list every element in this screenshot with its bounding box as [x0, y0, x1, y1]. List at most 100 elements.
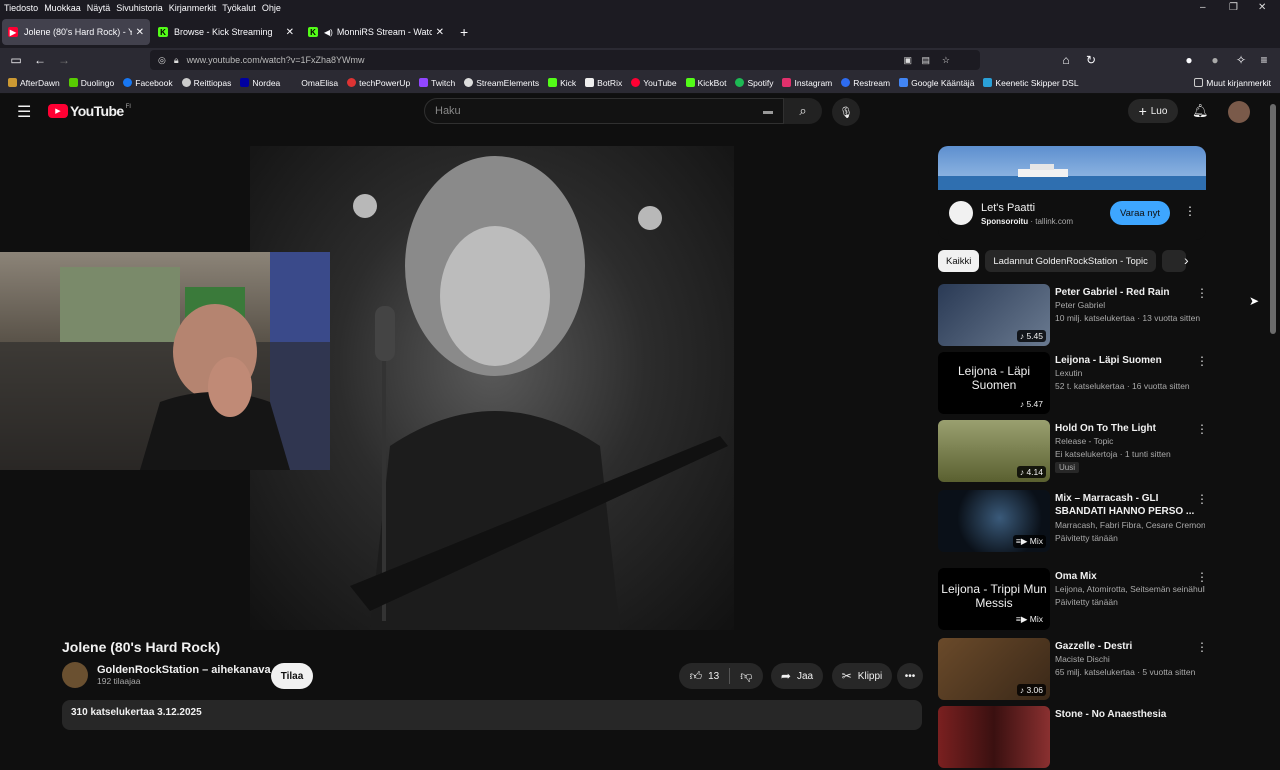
bookmark-item[interactable]: KickBot	[685, 78, 726, 88]
tab-kick-browse[interactable]: K Browse - Kick Streaming ✕	[152, 19, 300, 45]
rec-title[interactable]: Oma Mix	[1055, 570, 1205, 583]
rec-channel[interactable]: Peter Gabriel	[1055, 300, 1205, 310]
tab-youtube[interactable]: ▶ Jolene (80's Hard Rock) - YouTube ✕	[2, 19, 150, 45]
recommendation-item[interactable]: ♪ 3.06 Gazzelle - Destri Maciste Dischi …	[938, 638, 1228, 702]
bookmark-item[interactable]: StreamElements	[464, 78, 539, 88]
like-count[interactable]: 13	[708, 671, 719, 682]
ad-card[interactable]: Let's Paatti Sponsoroitu · tallink.com V…	[938, 146, 1206, 240]
thumbnail[interactable]: Leijona - Trippi Mun Messis ≡▶ Mix	[938, 568, 1050, 630]
recommendation-item[interactable]: Stone - No Anaesthesia	[938, 706, 1228, 770]
kebab-icon[interactable]: ⋮	[1196, 640, 1208, 654]
more-actions-button[interactable]: •••	[897, 663, 923, 689]
subscribe-button[interactable]: Tilaa	[271, 663, 313, 689]
bookmark-item[interactable]: Instagram	[782, 78, 832, 88]
kebab-icon[interactable]: ⋮	[1196, 354, 1208, 368]
keyboard-icon[interactable]: ▬	[763, 106, 773, 117]
description-box[interactable]: 310 katselukertaa 3.12.2025	[62, 700, 922, 730]
bell-icon[interactable]: 🔔︎	[1192, 103, 1209, 119]
create-button[interactable]: + Luo	[1128, 99, 1178, 123]
restore-icon[interactable]: ❐	[1229, 2, 1238, 13]
bookmark-item[interactable]: Google Kääntäjä	[899, 78, 974, 88]
youtube-logo[interactable]: ▶ YouTube FI	[48, 103, 131, 119]
rec-title[interactable]: Stone - No Anaesthesia	[1055, 708, 1205, 721]
rec-title[interactable]: Peter Gabriel - Red Rain	[1055, 286, 1205, 299]
thumbnail[interactable]: Leijona - Läpi Suomen ♪ 5.47	[938, 352, 1050, 414]
kebab-icon[interactable]: ⋮	[1196, 492, 1208, 506]
bookmark-item[interactable]: AfterDawn	[8, 78, 60, 88]
bookmark-item[interactable]: Nordea	[240, 78, 280, 88]
chip-partial[interactable]	[1161, 250, 1186, 272]
rec-channel[interactable]: Leijona, Atomirotta, Seitsemän seinähull…	[1055, 584, 1205, 594]
back-icon[interactable]: ←	[28, 53, 52, 67]
close-tab-icon[interactable]: ✕	[436, 27, 444, 38]
menu-view[interactable]: Näytä	[87, 3, 111, 13]
recommendation-item[interactable]: Leijona - Trippi Mun Messis ≡▶ Mix Oma M…	[938, 568, 1228, 632]
menu-help[interactable]: Ohje	[262, 3, 281, 13]
speaker-icon[interactable]: ◀)	[324, 28, 333, 37]
clip-button[interactable]: ✂ Klippi	[832, 663, 892, 689]
minimize-icon[interactable]: –	[1200, 2, 1206, 13]
pip-icon[interactable]: ▣	[903, 55, 912, 66]
home-icon[interactable]: ⌂	[1054, 53, 1078, 67]
scrollbar[interactable]	[1270, 104, 1276, 334]
channel-avatar[interactable]	[62, 662, 88, 688]
forward-icon[interactable]: →	[52, 53, 76, 67]
recommendation-item[interactable]: Leijona - Läpi Suomen ♪ 5.47 Leijona - L…	[938, 352, 1228, 416]
rec-title[interactable]: Leijona - Läpi Suomen	[1055, 354, 1205, 367]
thumbnail[interactable]: ♪ 4.14	[938, 420, 1050, 482]
rec-channel[interactable]: Lexutin	[1055, 368, 1205, 378]
rec-channel[interactable]: Release - Topic	[1055, 436, 1205, 446]
thumbs-up-icon[interactable]: 👍︎	[690, 669, 703, 684]
search-input[interactable]: Haku ▬	[424, 98, 784, 124]
thumbnail[interactable]: ♪ 3.06	[938, 638, 1050, 700]
extension-icon[interactable]: ●	[1177, 53, 1201, 67]
rec-title[interactable]: Mix – Marracash - GLI SBANDATI HANNO PER…	[1055, 492, 1205, 518]
chevron-right-icon[interactable]: ›	[1184, 252, 1189, 268]
bookmark-item[interactable]: Facebook	[123, 78, 173, 88]
bookmark-item[interactable]: Kick	[548, 78, 576, 88]
close-window-icon[interactable]: ✕	[1258, 2, 1266, 13]
ad-cta-button[interactable]: Varaa nyt	[1110, 201, 1170, 225]
bookmark-item[interactable]: OmaElisa	[289, 78, 338, 88]
menu-bookmarks[interactable]: Kirjanmerkit	[169, 3, 217, 13]
bookmark-item[interactable]: Spotify	[735, 78, 773, 88]
rec-channel[interactable]: Maciste Dischi	[1055, 654, 1205, 664]
menu-file[interactable]: Tiedosto	[4, 3, 38, 13]
new-tab-icon[interactable]: +	[460, 24, 468, 40]
kebab-icon[interactable]: ⋮	[1196, 570, 1208, 584]
menu-tools[interactable]: Työkalut	[222, 3, 256, 13]
bookmark-item[interactable]: Restream	[841, 78, 890, 88]
account-icon[interactable]: ●	[1203, 53, 1227, 67]
sidebar-icon[interactable]: ▭	[4, 53, 28, 67]
bookmark-item[interactable]: Twitch	[419, 78, 455, 88]
rec-title[interactable]: Hold On To The Light	[1055, 422, 1205, 435]
thumbnail[interactable]	[938, 706, 1050, 768]
reader-icon[interactable]: ▤	[921, 55, 930, 66]
bookmark-item[interactable]: techPowerUp	[347, 78, 410, 88]
kebab-icon[interactable]: ⋮	[1184, 204, 1196, 218]
thumbs-down-icon[interactable]: 👎︎	[740, 669, 752, 684]
recommendation-item[interactable]: ♪ 4.14 Hold On To The Light Release - To…	[938, 420, 1228, 484]
channel-name[interactable]: GoldenRockStation – aihekanava	[97, 664, 271, 676]
bookmark-item[interactable]: Keenetic Skipper DSL	[983, 78, 1079, 88]
share-button[interactable]: ➦ Jaa	[771, 663, 823, 689]
tab-kick-stream[interactable]: K ◀) MonniRS Stream - Watch Live ✕	[302, 19, 450, 45]
url-bar[interactable]: ◎ 🔒︎ www.youtube.com/watch?v=1FxZha8YWmw…	[150, 50, 980, 70]
reload-icon[interactable]: ↻	[1079, 53, 1103, 67]
kebab-icon[interactable]: ⋮	[1196, 286, 1208, 300]
close-tab-icon[interactable]: ✕	[136, 27, 144, 38]
shield-icon[interactable]: ◎	[158, 55, 166, 66]
menu-edit[interactable]: Muokkaa	[44, 3, 81, 13]
bookmark-item[interactable]: YouTube	[631, 78, 677, 88]
bookmark-item[interactable]: Reittiopas	[181, 78, 231, 88]
menu-hamburger-icon[interactable]: ≡	[1252, 53, 1276, 67]
rec-channel[interactable]: Marracash, Fabri Fibra, Cesare Cremonini…	[1055, 520, 1205, 530]
kebab-icon[interactable]: ⋮	[1196, 422, 1208, 436]
chip-all[interactable]: Kaikki	[938, 250, 980, 272]
extensions-puzzle-icon[interactable]: ✧	[1229, 53, 1253, 67]
rec-title[interactable]: Gazzelle - Destri	[1055, 640, 1205, 653]
recommendation-item[interactable]: ♪ 5.45 Peter Gabriel - Red Rain Peter Ga…	[938, 284, 1228, 348]
thumbnail[interactable]: ≡▶ Mix	[938, 490, 1050, 552]
menu-history[interactable]: Sivuhistoria	[116, 3, 163, 13]
bookmark-item[interactable]: Duolingo	[68, 78, 114, 88]
